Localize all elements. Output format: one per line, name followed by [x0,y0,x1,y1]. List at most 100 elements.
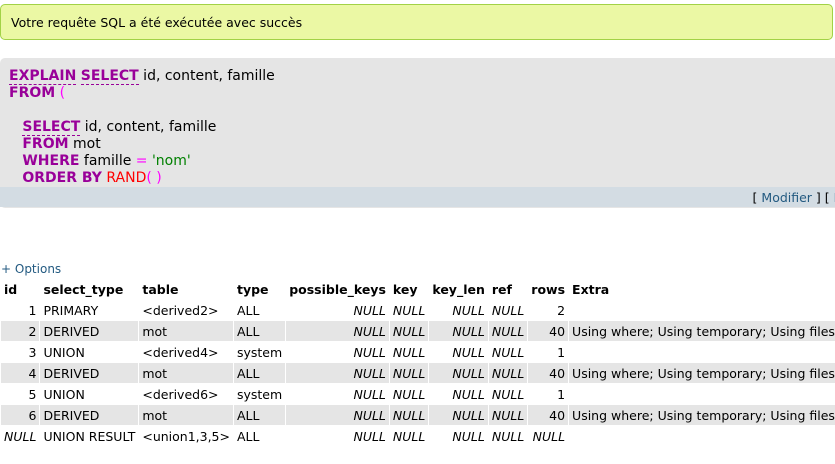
sql-operator: = [135,153,148,169]
sql-line-2: FROM ( [9,85,275,102]
cell-ref: NULL [488,300,528,320]
cell-select-type: DERIVED [40,363,139,383]
cell-table: mot [139,405,233,425]
column-header-type[interactable]: type [233,279,286,299]
cell-ref: NULL [488,363,528,383]
cell-ref: NULL [488,384,528,404]
column-header-rows[interactable]: rows [528,279,569,299]
table-row[interactable]: 5 UNION <derived6> system NULL NULL NULL… [1,384,835,404]
sql-table-name: mot [68,136,101,152]
sql-columns: id, content, famille [80,119,217,135]
cell-key: NULL [389,426,429,446]
cell-key: NULL [389,300,429,320]
cell-ref: NULL [488,342,528,362]
column-header-key[interactable]: key [389,279,429,299]
sql-action-links: [ Modifier ] [ N [753,190,835,205]
cell-table: <derived4> [139,342,233,362]
sql-columns: id, content, famille [138,68,275,84]
cell-select-type: DERIVED [40,405,139,425]
column-header-possible-keys[interactable]: possible_keys [286,279,389,299]
sql-query: EXPLAIN SELECT id, content, famille FROM… [9,68,275,187]
cell-key: NULL [389,363,429,383]
column-header-extra[interactable]: Extra [569,279,835,299]
cell-possible-keys: NULL [286,300,389,320]
cell-table: mot [139,321,233,341]
cell-key: NULL [389,321,429,341]
options-link[interactable]: + Options [1,262,61,276]
cell-possible-keys: NULL [286,405,389,425]
explain-results-table: id select_type table type possible_keys … [0,278,835,447]
column-header-ref[interactable]: ref [488,279,528,299]
column-header-select-type[interactable]: select_type [40,279,139,299]
sql-line-5: WHERE famille = 'nom' [9,153,275,170]
cell-select-type: PRIMARY [40,300,139,320]
sql-keyword-explain[interactable]: EXPLAIN [9,68,77,85]
cell-key-len: NULL [429,405,488,425]
column-header-id[interactable]: id [1,279,40,299]
cell-extra [569,384,835,404]
sql-line-4: FROM mot [9,136,275,153]
sql-action-bar: [ Modifier ] [ N [0,187,835,207]
cell-extra [569,300,835,320]
cell-type: system [233,384,286,404]
cell-possible-keys: NULL [286,321,389,341]
modify-link[interactable]: Modifier [761,190,812,205]
table-row[interactable]: 6 DERIVED mot ALL NULL NULL NULL NULL 40… [1,405,835,425]
cell-rows: 40 [528,321,569,341]
sql-keyword-where: WHERE [22,153,80,169]
cell-extra: Using where; Using temporary; Using file… [569,321,835,341]
sql-keyword-select[interactable]: SELECT [80,68,139,85]
cell-type: ALL [233,363,286,383]
cell-key-len: NULL [429,384,488,404]
cell-select-type: UNION [40,384,139,404]
table-row[interactable]: 2 DERIVED mot ALL NULL NULL NULL NULL 40… [1,321,835,341]
cell-select-type: UNION RESULT [40,426,139,446]
table-row[interactable]: 3 UNION <derived4> system NULL NULL NULL… [1,342,835,362]
cell-key-len: NULL [429,321,488,341]
cell-type: ALL [233,321,286,341]
cell-extra: Using where; Using temporary; Using file… [569,363,835,383]
cell-possible-keys: NULL [286,384,389,404]
cell-rows: 1 [528,342,569,362]
cell-ref: NULL [488,321,528,341]
cell-key: NULL [389,384,429,404]
table-row[interactable]: 4 DERIVED mot ALL NULL NULL NULL NULL 40… [1,363,835,383]
cell-type: ALL [233,426,286,446]
column-header-table[interactable]: table [139,279,233,299]
cell-rows: 2 [528,300,569,320]
sql-column-famille: famille [79,153,136,169]
cell-id: 2 [1,321,40,341]
cell-rows: 40 [528,363,569,383]
sql-line-1: EXPLAIN SELECT id, content, famille [9,68,275,85]
cell-key: NULL [389,405,429,425]
cell-id: 6 [1,405,40,425]
cell-possible-keys: NULL [286,426,389,446]
success-message-text: Votre requête SQL a été exécutée avec su… [11,15,303,30]
sql-line-6: ORDER BY RAND( ) [9,170,275,187]
sql-function-rand: RAND [101,170,147,186]
cell-table: <union1,3,5> [139,426,233,446]
cell-possible-keys: NULL [286,363,389,383]
cell-key-len: NULL [429,342,488,362]
cell-table: <derived2> [139,300,233,320]
cell-rows: NULL [528,426,569,446]
success-message: Votre requête SQL a été exécutée avec su… [0,4,833,40]
cell-id: NULL [1,426,40,446]
sql-keyword-select[interactable]: SELECT [22,119,81,136]
table-row[interactable]: 1 PRIMARY <derived2> ALL NULL NULL NULL … [1,300,835,320]
cell-extra [569,426,835,446]
cell-id: 5 [1,384,40,404]
sql-keyword-from: FROM [22,136,69,152]
bracket-separator: ] [ [811,190,834,205]
cell-id: 4 [1,363,40,383]
cell-select-type: UNION [40,342,139,362]
column-header-key-len[interactable]: key_len [429,279,488,299]
cell-extra: Using where; Using temporary; Using file… [569,405,835,425]
cell-id: 3 [1,342,40,362]
cell-rows: 1 [528,384,569,404]
cell-possible-keys: NULL [286,342,389,362]
cell-extra [569,342,835,362]
cell-type: ALL [233,405,286,425]
sql-keyword-order-by: ORDER BY [22,170,102,186]
table-row[interactable]: NULL UNION RESULT <union1,3,5> ALL NULL … [1,426,835,446]
